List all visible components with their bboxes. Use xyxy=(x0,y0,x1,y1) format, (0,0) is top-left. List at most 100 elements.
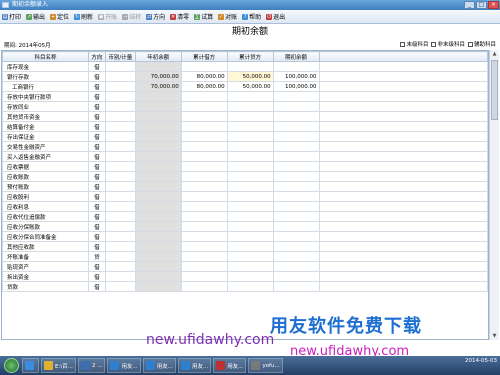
cell-init[interactable] xyxy=(134,141,182,152)
cell-credit[interactable] xyxy=(226,211,274,222)
cell-debit[interactable] xyxy=(180,131,228,142)
cell-credit[interactable] xyxy=(226,201,274,212)
cell-debit[interactable] xyxy=(180,171,228,182)
cell-bal[interactable] xyxy=(272,221,320,232)
checkbox-icon[interactable] xyxy=(431,41,437,47)
cell-init[interactable] xyxy=(134,271,182,282)
column-header[interactable]: 科目名称 xyxy=(2,51,89,62)
table-row[interactable]: 库存现金借 xyxy=(2,61,488,72)
table-row[interactable]: 其他应收款借 xyxy=(2,241,488,252)
toolbar-button-0[interactable]: ▤ 打印 xyxy=(2,12,21,21)
cell-debit[interactable] xyxy=(180,231,228,242)
cell-credit[interactable] xyxy=(226,241,274,252)
taskbar-item-2[interactable]: 2 ... xyxy=(77,358,106,373)
cell-bal[interactable] xyxy=(272,141,320,152)
cell-debit[interactable] xyxy=(180,111,228,122)
cell-debit[interactable] xyxy=(180,281,228,292)
scroll-down-icon[interactable]: ▼ xyxy=(490,332,499,340)
cell-debit[interactable]: 80,000.00 xyxy=(180,71,228,82)
cell-credit[interactable]: 50,000.00 xyxy=(226,71,274,82)
cell-debit[interactable] xyxy=(180,261,228,272)
table-row[interactable]: 预付账款借 xyxy=(2,181,488,192)
cell-credit[interactable] xyxy=(226,91,274,102)
cell-debit[interactable] xyxy=(180,141,228,152)
cell-credit[interactable] xyxy=(226,141,274,152)
table-row[interactable]: 工商银行借 70,000.00 80,000.00 50,000.00 100,000.… xyxy=(2,81,488,92)
cell-init[interactable] xyxy=(134,171,182,182)
cell-credit[interactable] xyxy=(226,181,274,192)
cell-bal[interactable] xyxy=(272,121,320,132)
cell-credit[interactable] xyxy=(226,111,274,122)
cell-debit[interactable] xyxy=(180,211,228,222)
cell-debit[interactable]: 80,000.00 xyxy=(180,81,228,92)
minimize-button[interactable]: _ xyxy=(464,1,475,9)
cell-credit[interactable] xyxy=(226,221,274,232)
cell-bal[interactable] xyxy=(272,261,320,272)
cell-bal[interactable]: 100,000.00 xyxy=(272,81,320,92)
cell-credit[interactable] xyxy=(226,191,274,202)
start-button[interactable] xyxy=(4,358,19,373)
taskbar-item-0[interactable] xyxy=(22,358,39,373)
table-row[interactable]: 应收分保合同准备金借 xyxy=(2,231,488,242)
taskbar-item-4[interactable]: 用友... xyxy=(142,358,176,373)
taskbar-item-5[interactable]: 用友... xyxy=(177,358,212,373)
toolbar-button-6[interactable]: ⇄ 方向 xyxy=(146,12,165,21)
vertical-scrollbar[interactable]: ▲ ▼ xyxy=(489,50,499,340)
table-row[interactable]: 应收利息借 xyxy=(2,201,488,212)
checkbox-icon[interactable] xyxy=(467,41,473,47)
table-row[interactable]: 存出保证金借 xyxy=(2,131,488,142)
table-row[interactable]: 交易性金融资产借 xyxy=(2,141,488,152)
cell-init[interactable] xyxy=(134,211,182,222)
cell-init[interactable] xyxy=(134,251,182,262)
cell-bal[interactable] xyxy=(272,151,320,162)
scroll-thumb[interactable] xyxy=(491,60,498,120)
cell-bal[interactable] xyxy=(272,231,320,242)
legend-checkbox-2[interactable]: 辅助科目 xyxy=(467,40,496,48)
cell-bal[interactable] xyxy=(272,241,320,252)
toolbar-button-11[interactable]: ⏻ 退出 xyxy=(266,12,285,21)
cell-bal[interactable] xyxy=(272,111,320,122)
cell-credit[interactable] xyxy=(226,101,274,112)
table-row[interactable]: 贴现资产借 xyxy=(2,261,488,272)
table-row[interactable]: 其他货币资金借 xyxy=(2,111,488,122)
cell-bal[interactable] xyxy=(272,101,320,112)
toolbar-button-2[interactable]: ⌖ 定位 xyxy=(50,12,69,21)
toolbar-button-9[interactable]: ✓ 对账 xyxy=(218,12,237,21)
maximize-button[interactable]: □ xyxy=(476,1,487,9)
cell-bal[interactable] xyxy=(272,171,320,182)
table-row[interactable]: 拆出资金借 xyxy=(2,271,488,282)
cell-debit[interactable] xyxy=(180,161,228,172)
column-header[interactable]: 累计贷方 xyxy=(226,51,274,62)
cell-credit[interactable] xyxy=(226,161,274,172)
table-row[interactable]: 应收分保账款借 xyxy=(2,221,488,232)
cell-credit[interactable] xyxy=(226,271,274,282)
taskbar-item-3[interactable]: 用友... xyxy=(107,358,141,373)
table-row[interactable]: 坏账准备贷 xyxy=(2,251,488,262)
cell-bal[interactable] xyxy=(272,281,320,292)
cell-debit[interactable] xyxy=(180,101,228,112)
cell-debit[interactable] xyxy=(180,241,228,252)
cell-init[interactable] xyxy=(134,261,182,272)
cell-bal[interactable] xyxy=(272,161,320,172)
toolbar-button-5[interactable]: ⇢ 结转 xyxy=(122,12,141,21)
cell-bal[interactable] xyxy=(272,191,320,202)
table-row[interactable]: 银行存款借 70,000.00 80,000.00 50,000.00 100,000.… xyxy=(2,71,488,82)
cell-init[interactable] xyxy=(134,121,182,132)
cell-bal[interactable] xyxy=(272,271,320,282)
table-row[interactable]: 应收股利借 xyxy=(2,191,488,202)
taskbar-item-6[interactable]: 用友... xyxy=(213,358,247,373)
cell-init[interactable] xyxy=(134,161,182,172)
scroll-up-icon[interactable]: ▲ xyxy=(490,50,499,58)
table-row[interactable]: 贷款借 xyxy=(2,281,488,292)
cell-debit[interactable] xyxy=(180,251,228,262)
table-row[interactable]: 结算备付金借 xyxy=(2,121,488,132)
cell-debit[interactable] xyxy=(180,151,228,162)
cell-bal[interactable] xyxy=(272,131,320,142)
cell-debit[interactable] xyxy=(180,191,228,202)
cell-bal[interactable] xyxy=(272,181,320,192)
column-header[interactable]: 累计借方 xyxy=(180,51,228,62)
column-header[interactable]: 币别/计量 xyxy=(104,51,136,62)
cell-init[interactable]: 70,000.00 xyxy=(134,81,182,92)
toolbar-button-10[interactable]: ? 帮助 xyxy=(242,12,261,21)
cell-init[interactable] xyxy=(134,201,182,212)
